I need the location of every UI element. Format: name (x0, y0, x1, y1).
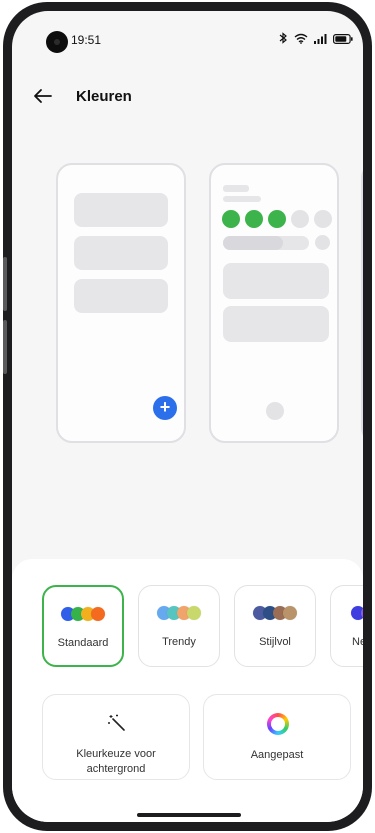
theme-label: Standaard (57, 637, 109, 649)
home-indicator[interactable] (137, 813, 241, 817)
theme-label: Stijlvol (259, 636, 291, 648)
add-fab-icon: + (153, 396, 177, 420)
custom-color-label: Aangepast (250, 749, 304, 761)
color-swatch (283, 606, 297, 620)
swatch-group (331, 606, 363, 620)
volume-down-button (3, 320, 7, 374)
status-time: 19:51 (71, 33, 102, 47)
custom-color-button[interactable]: Aangepast (203, 694, 351, 780)
back-button[interactable] (30, 83, 56, 109)
bluetooth-icon (279, 31, 288, 49)
swatch-group (235, 606, 315, 620)
magic-wand-icon (107, 713, 127, 738)
neutral-dot (315, 235, 330, 250)
theme-label: Ne (352, 636, 363, 648)
wallpaper-color-label-line2: achtergrond (86, 763, 146, 775)
slider-fill (223, 236, 283, 250)
neutral-dot (314, 210, 332, 228)
swatch-group (139, 606, 219, 620)
signal-icon (314, 31, 327, 49)
preview-third-screen (361, 163, 363, 443)
preview-home-screen: + (56, 163, 186, 443)
placeholder-line (223, 185, 249, 192)
volume-up-button (3, 257, 7, 311)
accent-dot (268, 210, 286, 228)
color-wheel-icon (267, 713, 289, 735)
wifi-icon (294, 31, 308, 49)
theme-card-standaard[interactable]: Standaard (42, 585, 124, 667)
placeholder-line (223, 196, 261, 202)
accent-dot (245, 210, 263, 228)
color-swatch (91, 607, 105, 621)
placeholder-block (223, 263, 329, 299)
placeholder-block (74, 193, 168, 227)
neutral-dot (291, 210, 309, 228)
screen: 19:51 Kleuren + Standaard Trendy Stijlvo… (12, 11, 363, 822)
theme-label: Trendy (162, 636, 196, 648)
swatch-group (44, 607, 122, 621)
wallpaper-color-label-line1: Kleurkeuze voor (76, 748, 156, 760)
accent-dot (222, 210, 240, 228)
placeholder-block (74, 236, 168, 270)
placeholder-block (223, 306, 329, 342)
preview-settings-screen (209, 163, 339, 443)
status-bar: 19:51 (12, 11, 363, 55)
home-dot (266, 402, 284, 420)
theme-card-partial[interactable]: Ne (330, 585, 363, 667)
front-camera (46, 31, 68, 53)
battery-icon (333, 31, 353, 49)
wallpaper-color-button[interactable]: Kleurkeuze voor achtergrond (42, 694, 190, 780)
status-icons (279, 31, 353, 49)
phone-frame: 19:51 Kleuren + Standaard Trendy Stijlvo… (3, 2, 372, 831)
theme-card-trendy[interactable]: Trendy (138, 585, 220, 667)
color-swatch (187, 606, 201, 620)
page-title: Kleuren (76, 88, 132, 105)
app-header: Kleuren (12, 77, 363, 113)
placeholder-block (74, 279, 168, 313)
back-arrow-icon (34, 89, 52, 103)
theme-card-stijlvol[interactable]: Stijlvol (234, 585, 316, 667)
